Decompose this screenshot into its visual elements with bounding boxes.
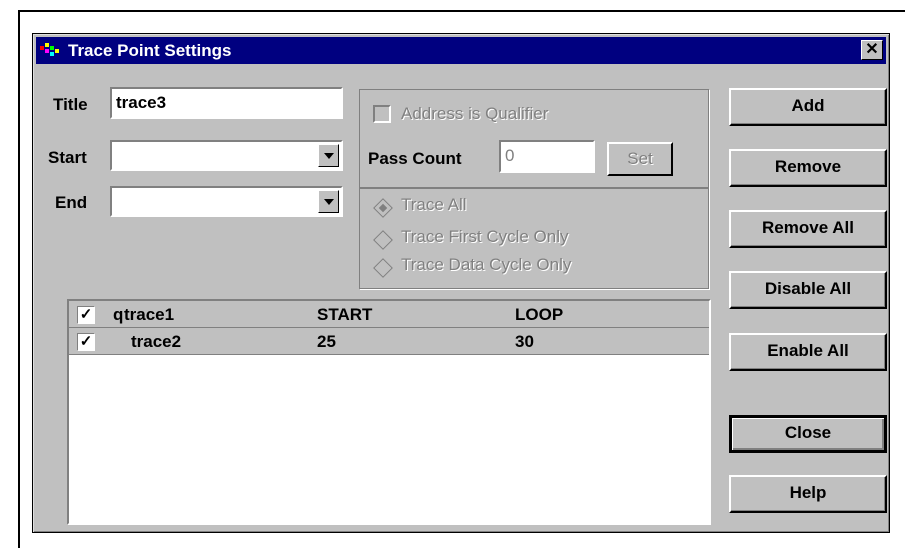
trace-point-settings-dialog: Trace Point Settings ✕ Title trace3 Star…	[32, 33, 890, 533]
list-item[interactable]: ✓ trace2 25 30	[69, 328, 709, 355]
start-label: Start	[48, 148, 87, 167]
app-icon	[40, 43, 60, 57]
pass-count-input[interactable]: 0	[499, 140, 595, 173]
row-start: 25	[317, 332, 336, 351]
title-bar: Trace Point Settings ✕	[36, 37, 886, 64]
close-icon[interactable]: ✕	[861, 40, 883, 60]
add-button[interactable]: Add	[729, 88, 887, 126]
disable-all-button[interactable]: Disable All	[729, 271, 887, 309]
address-qualifier-checkbox[interactable]	[373, 105, 391, 123]
row-loop: LOOP	[515, 305, 564, 324]
row-start: START	[317, 305, 373, 324]
title-input[interactable]: trace3	[110, 87, 343, 119]
title-label: Title	[53, 95, 88, 114]
end-label: End	[55, 193, 88, 212]
row-name: trace1	[124, 305, 175, 324]
row-loop: 30	[515, 332, 534, 351]
remove-button[interactable]: Remove	[729, 149, 887, 187]
trace-list[interactable]: ✓ q trace1 START LOOP ✓ trace2 25 30	[67, 299, 711, 525]
trace-data-cycle-label: Trace Data Cycle Only	[401, 255, 572, 274]
list-item[interactable]: ✓ q trace1 START LOOP	[69, 301, 709, 328]
chevron-down-icon[interactable]	[318, 144, 339, 167]
remove-all-button[interactable]: Remove All	[729, 210, 887, 248]
start-dropdown[interactable]	[110, 140, 343, 171]
row-marker: q	[113, 305, 124, 324]
dialog-title: Trace Point Settings	[68, 41, 232, 60]
check-icon[interactable]: ✓	[77, 333, 95, 351]
close-button[interactable]: Close	[729, 415, 887, 453]
set-button[interactable]: Set	[607, 142, 673, 176]
enable-all-button[interactable]: Enable All	[729, 333, 887, 371]
row-name: trace2	[131, 332, 182, 351]
check-icon[interactable]: ✓	[77, 306, 95, 324]
end-dropdown[interactable]	[110, 186, 343, 217]
chevron-down-icon[interactable]	[318, 190, 339, 213]
help-button[interactable]: Help	[729, 475, 887, 513]
pass-count-label: Pass Count	[368, 149, 462, 168]
address-qualifier-label: Address is Qualifier	[401, 104, 549, 123]
trace-first-cycle-label: Trace First Cycle Only	[401, 227, 569, 246]
trace-all-label: Trace All	[401, 195, 467, 214]
